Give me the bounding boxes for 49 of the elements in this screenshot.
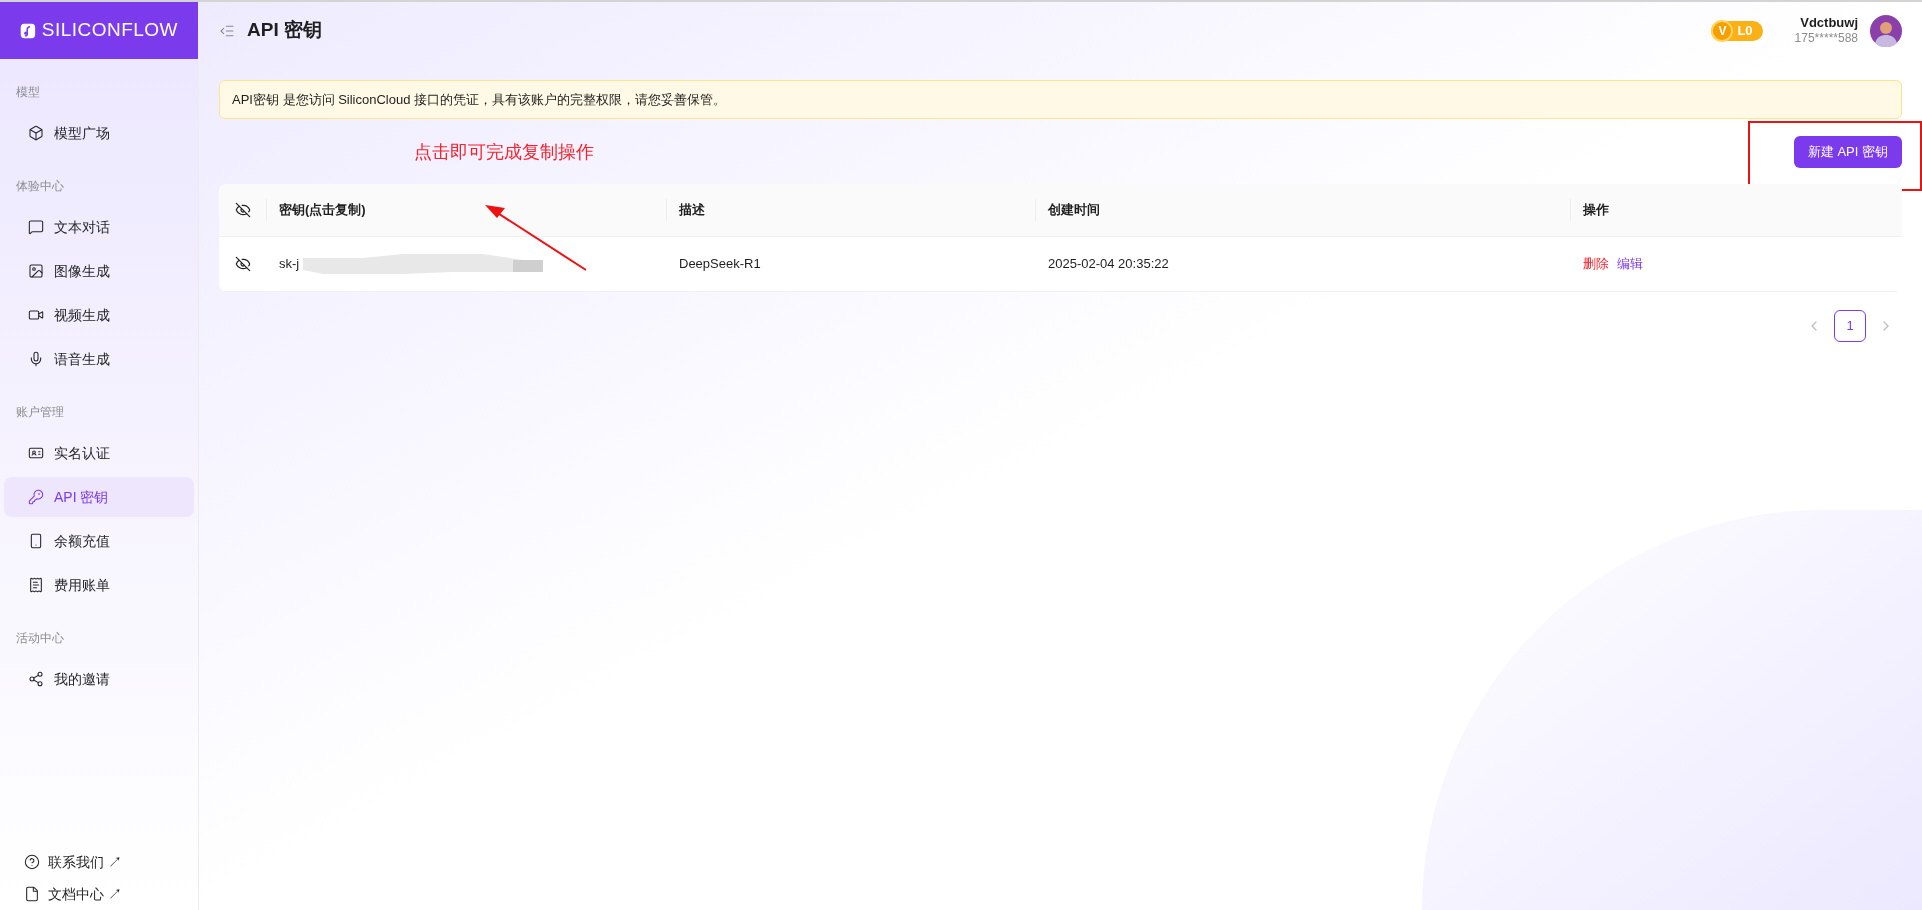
- sidebar-item[interactable]: 文本对话: [4, 207, 194, 247]
- key-icon: [28, 489, 44, 505]
- column-header: 操作: [1583, 201, 1609, 220]
- sidebar-item[interactable]: 视频生成: [4, 295, 194, 335]
- column-header: 描述: [679, 201, 705, 220]
- section-label: 体验中心: [15, 178, 65, 195]
- page-button[interactable]: 1: [1834, 310, 1866, 342]
- v-badge-icon: V: [1711, 19, 1734, 42]
- sidebar-item[interactable]: 费用账单: [4, 565, 194, 605]
- table-cell: 2025-02-04 20:35:22: [1048, 256, 1169, 272]
- user-name: Vdctbuwj: [1800, 14, 1858, 32]
- delete-link[interactable]: 删除: [1583, 254, 1609, 274]
- eye-off-icon[interactable]: [235, 256, 251, 272]
- column-header: 密钥(点击复制): [279, 201, 366, 220]
- chat-bubble-icon: [28, 219, 44, 235]
- column-header: 创建时间: [1048, 201, 1100, 220]
- footer-link[interactable]: 文档中心 ↗: [24, 882, 174, 906]
- id-card-icon: [28, 445, 44, 461]
- new-api-key-button[interactable]: 新建 API 密钥: [1793, 135, 1902, 168]
- cube-icon: [28, 125, 44, 141]
- api-key-cell[interactable]: sk-j: [279, 254, 300, 274]
- share-icon: [28, 671, 44, 687]
- sidebar-item[interactable]: 我的邀请: [4, 659, 194, 699]
- eye-off-icon[interactable]: [234, 202, 251, 218]
- video-camera-icon: [28, 307, 44, 323]
- microphone-icon: [28, 351, 44, 367]
- sidebar-item[interactable]: 余额充值: [4, 521, 194, 561]
- annotation-text: 点击即可完成复制操作: [414, 141, 594, 164]
- help-icon: [24, 854, 40, 870]
- sidebar-item[interactable]: 实名认证: [4, 433, 194, 473]
- logo-text: SILICONFLOW: [41, 18, 178, 43]
- document-icon: [24, 886, 40, 902]
- table-cell: DeepSeek-R1: [679, 256, 761, 272]
- section-label: 模型: [15, 84, 41, 101]
- sidebar-item[interactable]: 语音生成: [4, 339, 194, 379]
- image-icon: [28, 263, 44, 279]
- level-badge: V L0: [1711, 20, 1763, 41]
- section-label: 账户管理: [15, 404, 65, 421]
- sidebar-item[interactable]: 模型广场: [4, 113, 194, 153]
- page-title: API 密钥: [247, 18, 322, 43]
- sidebar-item[interactable]: 图像生成: [4, 251, 194, 291]
- sidebar-item[interactable]: API 密钥: [4, 477, 194, 517]
- section-label: 活动中心: [15, 630, 65, 647]
- notice-banner: API密钥 是您访问 SiliconCloud 接口的凭证，具有该账户的完整权限，请您妥善保管。: [219, 80, 1902, 119]
- footer-link[interactable]: 联系我们 ↗: [24, 850, 174, 874]
- bill-icon: [28, 577, 44, 593]
- user-phone: 175*****588: [1794, 31, 1858, 47]
- avatar[interactable]: [1870, 14, 1902, 47]
- edit-link[interactable]: 编辑: [1617, 254, 1643, 274]
